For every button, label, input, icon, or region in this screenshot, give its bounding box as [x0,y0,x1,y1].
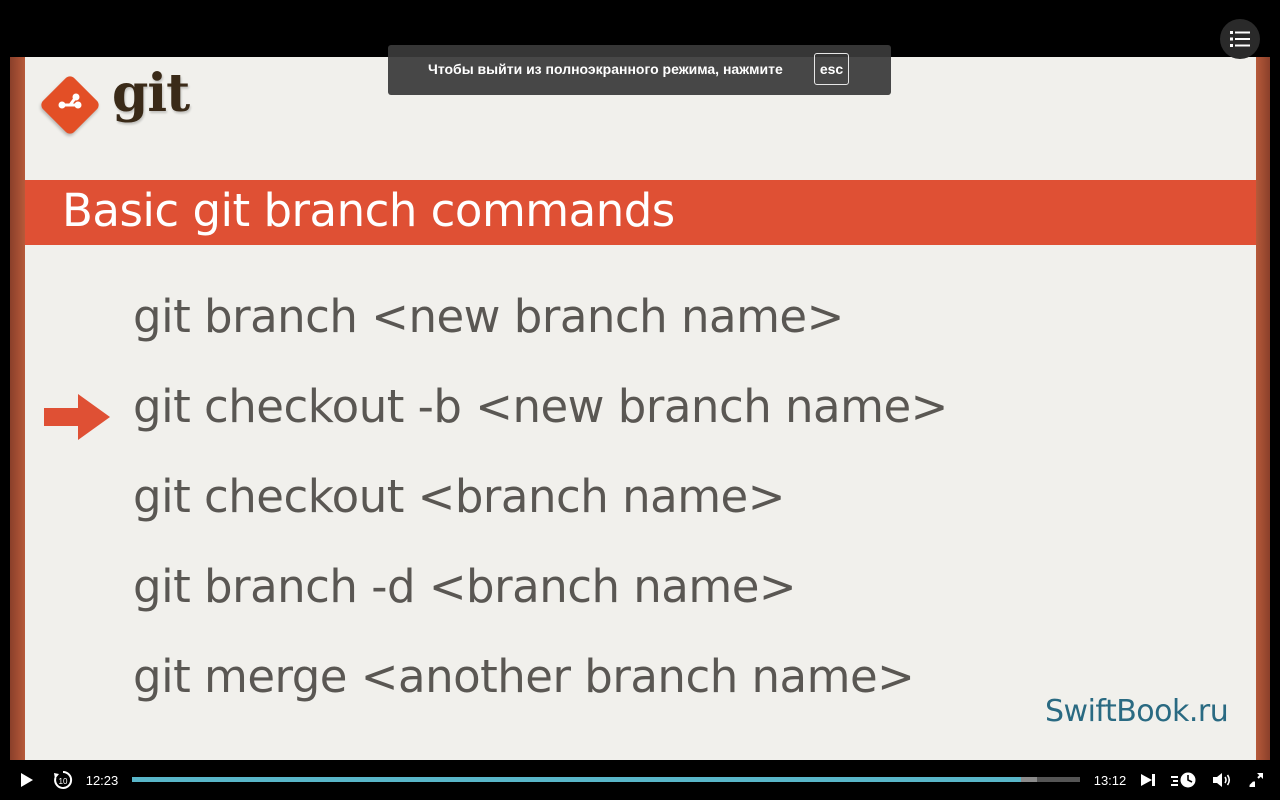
play-icon [21,773,33,787]
command-line: git merge <another branch name> [133,650,915,703]
rewind-10-icon: 10 [54,770,73,789]
slide: git Basic git branch commands git branch… [25,57,1256,760]
volume-button[interactable] [1208,760,1236,800]
esc-key-hint: esc [814,53,849,85]
arrow-right-icon [44,394,110,440]
brand-watermark: SwiftBook.ru [1045,694,1229,729]
duration: 13:12 [1093,772,1127,788]
next-button[interactable] [1134,760,1162,800]
player-controls: 10 12:23 13:12 [0,760,1280,800]
playback-speed-button[interactable] [1168,760,1200,800]
rewind-10-button[interactable]: 10 [48,760,78,800]
fullscreen-toast: Чтобы выйти из полноэкранного режима, на… [388,45,891,95]
slide-frame-right [1256,57,1270,760]
playback-speed-icon [1171,772,1196,788]
seek-bar[interactable] [132,777,1080,782]
command-line: git branch <new branch name> [133,290,844,343]
list-menu-button[interactable] [1220,19,1260,59]
slide-frame-left [10,57,25,760]
svg-text:10: 10 [59,777,68,786]
command-line-highlighted: git checkout -b <new branch name> [133,380,948,433]
git-logo-icon [38,73,102,136]
git-logo-text: git [112,63,190,124]
video-area[interactable]: git Basic git branch commands git branch… [0,0,1280,760]
next-track-icon [1141,774,1155,786]
play-button[interactable] [12,760,42,800]
volume-icon [1213,773,1231,787]
slide-title: Basic git branch commands [62,184,675,237]
fullscreen-toast-message: Чтобы выйти из полноэкранного режима, на… [428,61,783,77]
exit-fullscreen-button[interactable] [1242,760,1270,800]
title-band: Basic git branch commands [25,180,1256,245]
command-line: git checkout <branch name> [133,470,785,523]
exit-fullscreen-icon [1249,773,1263,787]
list-menu-icon [1230,31,1250,47]
command-line: git branch -d <branch name> [133,560,797,613]
git-logo: git [38,63,190,136]
current-time: 12:23 [85,772,119,788]
seek-bar-progress [132,777,1022,782]
